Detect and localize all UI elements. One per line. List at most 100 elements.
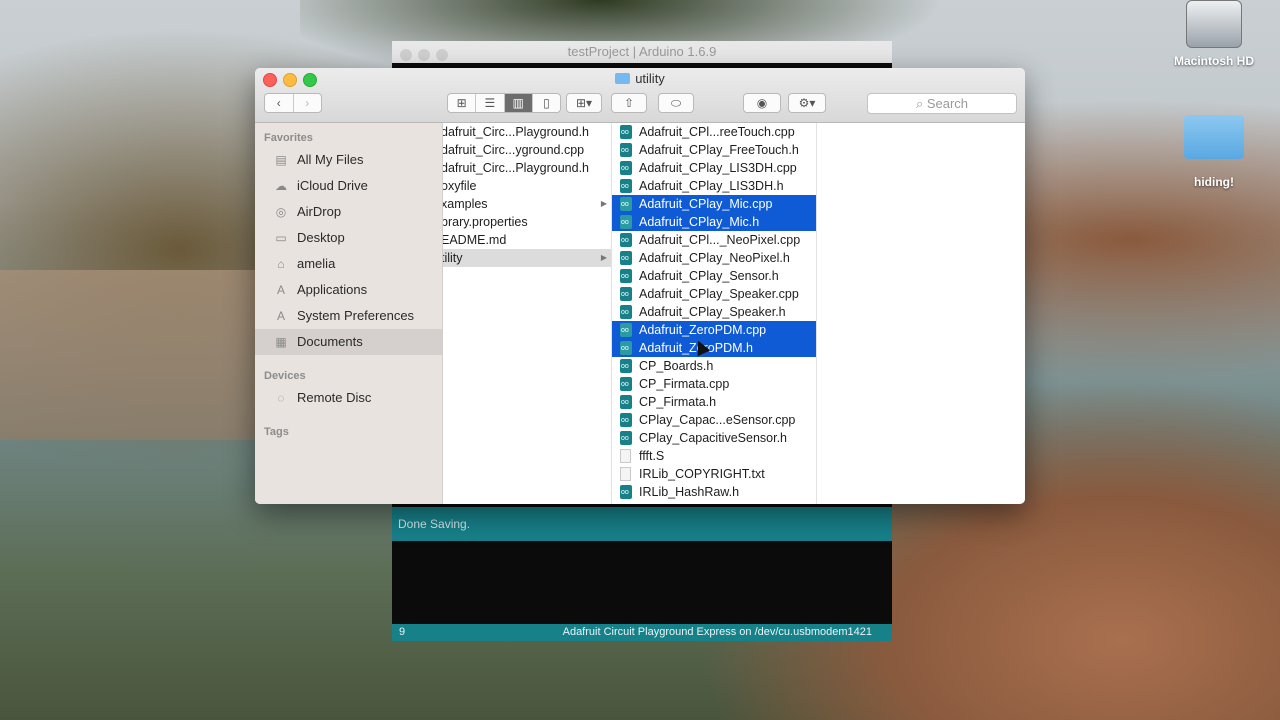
list-item[interactable]: CPlay_Capac...eSensor.cpp [612,411,816,429]
column-view-button[interactable]: ▥ [504,94,533,112]
arduino-file-icon [620,197,632,211]
list-item[interactable]: dafruit_Circ...Playground.h [443,123,611,141]
sidebar-item-airdrop[interactable]: ◎ AirDrop [255,199,442,225]
gear-icon: ⚙▾ [798,96,816,110]
sidebar-item-label: iCloud Drive [297,178,368,193]
list-item[interactable]: Adafruit_CPlay_NeoPixel.h [612,249,816,267]
sidebar-item-applications[interactable]: A Applications [255,277,442,303]
list-item[interactable]: oxyfile [443,177,611,195]
all-files-icon: ▤ [275,153,287,167]
file-name: Adafruit_CPlay_FreeTouch.h [639,143,799,157]
list-item[interactable]: EADME.md [443,231,611,249]
file-name: Adafruit_CPlay_Mic.cpp [639,197,773,211]
list-item[interactable]: CPlay_CapacitiveSensor.h [612,429,816,447]
icon-view-button[interactable]: ⊞ [448,94,477,112]
arduino-title-bar[interactable]: testProject | Arduino 1.6.9 [392,41,892,63]
arduino-file-icon [620,305,632,319]
list-item[interactable]: xamples ▶ [443,195,611,213]
sidebar-item-label: All My Files [297,152,364,167]
finder-window[interactable]: utility ‹ › ⊞ ☰ ▥ ▯ ⊞▾ ⇧ ⬭ ◉ ⚙▾ ⌕ Search… [255,68,1025,504]
list-item[interactable]: dafruit_Circ...Playground.h [443,159,611,177]
search-icon: ⌕ [915,96,924,111]
quick-look-button[interactable]: ◉ [743,93,781,113]
list-item[interactable]: Adafruit_CPlay_LIS3DH.h [612,177,816,195]
list-item[interactable]: CP_Boards.h [612,357,816,375]
list-item[interactable]: Adafruit_ZeroPDM.h [612,339,816,357]
columns-icon: ▥ [512,96,524,110]
hiding-folder-icon[interactable]: hiding! [1164,115,1264,189]
share-button[interactable]: ⇧ [611,93,647,113]
applications-icon: A [276,309,285,323]
sidebar-item-remote-disc[interactable]: ◌ Remote Disc [255,385,442,411]
arduino-file-icon [620,287,632,301]
list-item[interactable]: Adafruit_CPl...reeTouch.cpp [612,123,816,141]
search-field[interactable]: ⌕ Search [867,93,1017,114]
window-title: utility [255,71,1025,86]
list-item[interactable]: dafruit_Circ...yground.cpp [443,141,611,159]
tags-button[interactable]: ⬭ [658,93,694,113]
list-item[interactable]: CP_Firmata.h [612,393,816,411]
arduino-file-icon [620,359,632,373]
list-item[interactable]: Adafruit_ZeroPDM.cpp [612,321,816,339]
forward-button[interactable]: › [294,94,322,112]
search-placeholder: Search [926,96,969,111]
file-name: dafruit_Circ...yground.cpp [443,143,585,157]
folder-icon [1184,115,1244,159]
list-item[interactable]: brary.properties [443,213,611,231]
list-item[interactable]: Adafruit_CPlay_LIS3DH.cpp [612,159,816,177]
file-name: xamples [443,197,488,211]
file-name: Adafruit_CPlay_Speaker.h [639,305,786,319]
list-item[interactable]: tility ▶ [443,249,611,267]
arduino-file-icon [620,413,632,427]
file-name: Adafruit_CPlay_LIS3DH.h [639,179,784,193]
back-button[interactable]: ‹ [265,94,294,112]
list-item[interactable]: Adafruit_CPlay_Speaker.h [612,303,816,321]
list-icon: ☰ [484,96,496,110]
file-name: dafruit_Circ...Playground.h [443,125,589,139]
arrange-button[interactable]: ⊞▾ [566,93,602,113]
document-icon [620,467,631,481]
sidebar-item-amelia[interactable]: ⌂ amelia [255,251,442,277]
action-button[interactable]: ⚙▾ [788,93,826,113]
list-item[interactable]: Adafruit_CPl..._NeoPixel.cpp [612,231,816,249]
list-item[interactable]: Adafruit_CPlay_Sensor.h [612,267,816,285]
arduino-file-icon [620,233,632,247]
list-item[interactable]: Adafruit_CPlay_Mic.h [612,213,816,231]
arduino-file-icon [620,341,632,355]
cloud-icon: ☁ [275,179,287,193]
arrange-icon: ⊞▾ [575,96,593,110]
arduino-line-number: 9 [399,626,406,638]
sidebar-item-documents[interactable]: ▦ Documents [255,329,442,355]
macintosh-hd-icon[interactable]: Macintosh HD [1164,0,1264,68]
file-name: CP_Firmata.h [639,395,717,409]
list-view-button[interactable]: ☰ [476,94,505,112]
list-item[interactable]: Adafruit_CPlay_Speaker.cpp [612,285,816,303]
favorites-header: Favorites [264,132,313,144]
sidebar-item-icloud-drive[interactable]: ☁ iCloud Drive [255,173,442,199]
arduino-file-icon [620,143,632,157]
list-item[interactable]: IRLib_COPYRIGHT.txt [612,465,816,483]
documents-icon: ▦ [275,335,287,349]
arduino-title: testProject | Arduino 1.6.9 [567,44,717,59]
arduino-file-icon [620,215,632,229]
file-name: brary.properties [443,215,528,229]
file-name: IRLib_HashRaw.h [639,485,740,499]
sidebar-item-desktop[interactable]: ▭ Desktop [255,225,442,251]
list-item[interactable]: Adafruit_CPlay_Mic.cpp [612,195,816,213]
arduino-file-icon [620,161,632,175]
finder-sidebar: Favorites ▤ All My Files ☁ iCloud Drive ◎ A… [255,123,443,504]
chevron-right-icon: › [305,96,310,110]
sidebar-item-system-preferences[interactable]: A System Preferences [255,303,442,329]
eye-icon: ◉ [756,96,768,110]
desktop-shore [0,270,260,440]
list-item[interactable]: ffft.S [612,447,816,465]
window-title-text: utility [635,71,665,86]
file-name: Adafruit_CPlay_Speaker.cpp [639,287,799,301]
list-item[interactable]: CP_Firmata.cpp [612,375,816,393]
sidebar-item-all-my-files[interactable]: ▤ All My Files [255,147,442,173]
file-name: Adafruit_CPlay_Mic.h [639,215,760,229]
cover-flow-button[interactable]: ▯ [533,94,560,112]
list-item[interactable]: Adafruit_CPlay_FreeTouch.h [612,141,816,159]
list-item[interactable]: IRLib_HashRaw.h [612,483,816,501]
sidebar-item-label: amelia [297,256,336,271]
